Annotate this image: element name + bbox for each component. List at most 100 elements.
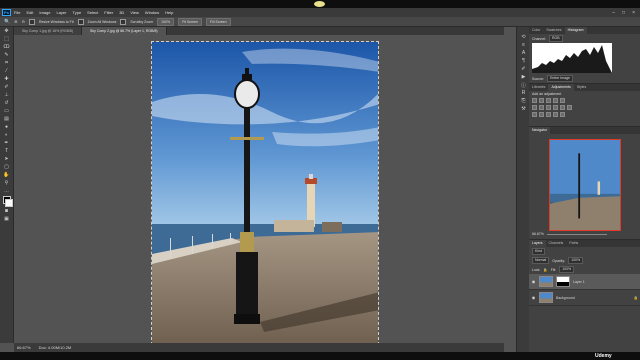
screen-mode-icon[interactable]: ▣ xyxy=(2,215,11,223)
color-swatches-icon[interactable] xyxy=(2,195,13,207)
minimize-icon[interactable]: – xyxy=(612,10,615,16)
marquee-tool-icon[interactable]: ⬚ xyxy=(2,35,11,43)
photo-filter-icon[interactable] xyxy=(553,105,558,110)
brush-tool-icon[interactable]: ✐ xyxy=(2,83,11,91)
maximize-icon[interactable]: □ xyxy=(622,10,625,16)
navigator-zoom-slider[interactable] xyxy=(546,233,607,235)
tab-styles[interactable]: Styles xyxy=(574,84,590,91)
color-balance-icon[interactable] xyxy=(539,105,544,110)
layer-row-background[interactable]: ◉ Background 🔒 xyxy=(529,290,640,306)
menu-select[interactable]: Select xyxy=(87,10,98,15)
fit-screen-button[interactable]: Fit Screen xyxy=(178,17,203,26)
menu-view[interactable]: View xyxy=(130,10,139,15)
menu-type[interactable]: Type xyxy=(73,10,82,15)
gradient-map-icon[interactable] xyxy=(553,112,558,117)
tab-adjustments[interactable]: Adjustments xyxy=(548,84,574,91)
invert-icon[interactable] xyxy=(532,112,537,117)
posterize-icon[interactable] xyxy=(539,112,544,117)
zoom-out-icon[interactable]: ⊖ xyxy=(22,19,25,24)
zoom-tool-sidebar-icon[interactable]: ⚲ xyxy=(2,179,11,187)
channel-mixer-icon[interactable] xyxy=(560,105,565,110)
hue-saturation-icon[interactable] xyxy=(532,105,537,110)
glyphs-panel-icon[interactable]: R xyxy=(519,89,528,97)
resize-windows-checkbox[interactable] xyxy=(28,18,35,25)
close-icon[interactable]: × xyxy=(632,10,635,16)
more-tools-icon[interactable]: … xyxy=(2,187,11,195)
quick-select-tool-icon[interactable]: ✎ xyxy=(2,51,11,59)
opacity-field[interactable]: 100% xyxy=(568,257,584,264)
tab-navigator[interactable]: Navigator xyxy=(529,127,550,134)
menu-help[interactable]: Help xyxy=(165,10,173,15)
vibrance-icon[interactable] xyxy=(560,98,565,103)
tool-presets-panel-icon[interactable]: ⚒ xyxy=(519,105,528,113)
fill-field[interactable]: 100% xyxy=(559,266,575,273)
levels-icon[interactable] xyxy=(539,98,544,103)
menu-file[interactable]: File xyxy=(14,10,20,15)
menu-image[interactable]: Image xyxy=(39,10,50,15)
lock-icon[interactable]: 🔒 xyxy=(543,268,547,272)
tab-swatches[interactable]: Swatches xyxy=(543,27,564,34)
layer-name[interactable]: Layer 1 xyxy=(573,280,585,284)
menu-edit[interactable]: Edit xyxy=(26,10,33,15)
menu-filter[interactable]: Filter xyxy=(104,10,113,15)
menu-layer[interactable]: Layer xyxy=(56,10,66,15)
brightness-contrast-icon[interactable] xyxy=(532,98,537,103)
navigator-zoom[interactable]: 66.67% xyxy=(532,232,544,236)
menu-3d[interactable]: 3D xyxy=(119,10,124,15)
info-panel-icon[interactable]: ⓘ xyxy=(519,81,528,89)
source-select[interactable]: Entire Image xyxy=(547,75,573,82)
layer-name[interactable]: Background xyxy=(556,296,575,300)
eyedropper-tool-icon[interactable]: ⁄ xyxy=(2,67,11,75)
fill-screen-button[interactable]: Fill Screen xyxy=(206,17,231,26)
selective-color-icon[interactable] xyxy=(560,112,565,117)
navigator-preview[interactable] xyxy=(549,139,621,231)
properties-panel-icon[interactable]: ≡ xyxy=(519,41,528,49)
tab-sky-comp-2[interactable]: Sky Comp 2.jpg @ 66.7% (Layer 1, RGB/8) xyxy=(82,27,167,35)
tab-libraries[interactable]: Libraries xyxy=(529,84,548,91)
document-info[interactable]: Doc: 4.00M/10.2M xyxy=(39,345,72,350)
exposure-icon[interactable] xyxy=(553,98,558,103)
move-tool-icon[interactable]: ✥ xyxy=(2,27,11,35)
actions-panel-icon[interactable]: ▶ xyxy=(519,73,528,81)
dodge-tool-icon[interactable]: ◐ xyxy=(2,131,11,139)
visibility-eye-icon[interactable]: ◉ xyxy=(531,279,536,284)
eraser-tool-icon[interactable]: ▭ xyxy=(2,107,11,115)
hand-tool-icon[interactable]: ✋ xyxy=(2,171,11,179)
layer-row-layer-1[interactable]: ◉ Layer 1 xyxy=(529,274,640,290)
tab-sky-comp-1[interactable]: Sky Comp 1.jpg @ 16% (RGB/8) xyxy=(14,27,83,35)
character-panel-icon[interactable]: A xyxy=(519,49,528,57)
tab-channels[interactable]: Channels xyxy=(546,240,567,247)
zoom-100-button[interactable]: 100% xyxy=(157,17,175,26)
blur-tool-icon[interactable]: ● xyxy=(2,123,11,131)
tab-paths[interactable]: Paths xyxy=(566,240,581,247)
history-panel-icon[interactable]: ⟲ xyxy=(519,33,528,41)
zoom-in-icon[interactable]: ⊕ xyxy=(14,19,17,24)
threshold-icon[interactable] xyxy=(546,112,551,117)
curves-icon[interactable] xyxy=(546,98,551,103)
document-image[interactable] xyxy=(151,41,379,345)
shape-tool-icon[interactable]: ▢ xyxy=(2,163,11,171)
gradient-tool-icon[interactable]: ▤ xyxy=(2,115,11,123)
visibility-eye-icon[interactable]: ◉ xyxy=(531,295,536,300)
black-white-icon[interactable] xyxy=(546,105,551,110)
pen-tool-icon[interactable]: ✒ xyxy=(2,139,11,147)
history-brush-tool-icon[interactable]: ↺ xyxy=(2,99,11,107)
healing-brush-tool-icon[interactable]: ✚ xyxy=(2,75,11,83)
layer-mask-thumbnail[interactable] xyxy=(556,276,570,287)
paragraph-panel-icon[interactable]: ¶ xyxy=(519,57,528,65)
scrubby-zoom-checkbox[interactable] xyxy=(120,18,127,25)
path-selection-tool-icon[interactable]: ➤ xyxy=(2,155,11,163)
brush-panel-icon[interactable]: ✐ xyxy=(519,65,528,73)
zoom-readout[interactable]: 66.67% xyxy=(17,345,31,350)
quick-mask-icon[interactable]: ◙ xyxy=(2,207,11,215)
menu-window[interactable]: Window xyxy=(145,10,159,15)
clone-stamp-tool-icon[interactable]: ⊥ xyxy=(2,91,11,99)
tab-layers[interactable]: Layers xyxy=(529,240,546,247)
type-tool-icon[interactable]: T xyxy=(2,147,11,155)
tab-color[interactable]: Color xyxy=(529,27,543,34)
zoom-all-checkbox[interactable] xyxy=(77,18,84,25)
layer-filter-kind[interactable]: Kind xyxy=(532,248,546,255)
crop-tool-icon[interactable]: ⌗ xyxy=(2,59,11,67)
lasso-tool-icon[interactable]: ↀ xyxy=(2,43,11,51)
channel-select[interactable]: RGB xyxy=(549,35,563,42)
